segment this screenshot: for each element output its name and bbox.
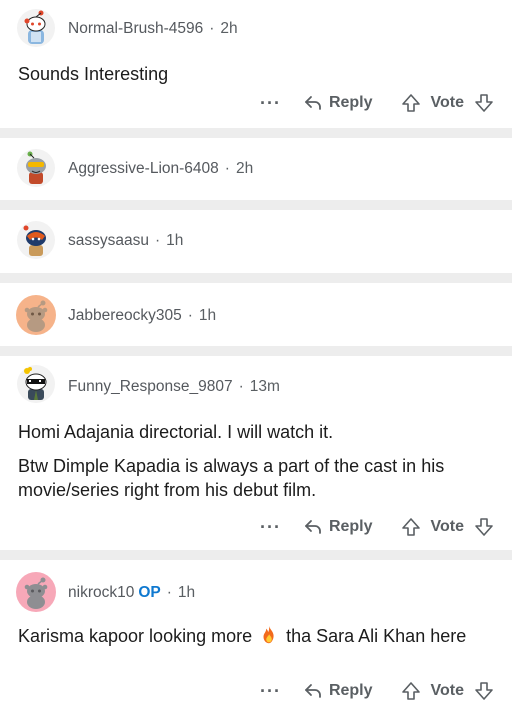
reply-icon (303, 681, 323, 701)
comment-text: Karisma kapoor looking more tha Sara Ali … (18, 624, 488, 648)
comment-body: Karisma kapoor looking more tha Sara Ali … (18, 624, 488, 648)
comment-separator (0, 273, 512, 283)
timestamp: 2h (220, 20, 238, 37)
comment-body: Homi Adajania directorial. I will watch … (18, 420, 488, 502)
comment-3: sassysaasu · 1h (0, 210, 512, 273)
fire-emoji-icon (263, 625, 274, 644)
reply-label: Reply (328, 518, 373, 535)
meta-dot: · (154, 232, 161, 249)
comment-meta: nikrock10 OP · 1h (68, 584, 195, 602)
timestamp: 13m (249, 378, 280, 395)
upvote-icon[interactable] (401, 93, 421, 113)
username[interactable]: nikrock10 (68, 584, 134, 601)
reply-button[interactable]: Reply (303, 93, 373, 113)
comment-separator (0, 550, 512, 560)
op-badge: OP (138, 584, 161, 601)
vote-label: Vote (430, 518, 464, 535)
comment-6: nikrock10 OP · 1h Karisma kapoor looking mo… (0, 560, 512, 707)
reply-label: Reply (328, 682, 373, 699)
downvote-icon[interactable] (474, 93, 494, 113)
comment-4: Jabbereocky305 · 1h (0, 283, 512, 346)
comment-meta: sassysaasu · 1h (68, 232, 183, 250)
snoo-avatar-icon[interactable] (16, 572, 56, 612)
comment-5: Funny_Response_9807 · 13m Homi Adajania di… (0, 356, 512, 550)
snoo-avatar-icon[interactable] (16, 220, 56, 260)
timestamp: 1h (166, 232, 184, 249)
reply-icon (303, 93, 323, 113)
downvote-icon[interactable] (474, 517, 494, 537)
comment-2: Aggressive-Lion-6408 · 2h (0, 138, 512, 200)
username[interactable]: Aggressive-Lion-6408 (68, 160, 219, 177)
reply-icon (303, 517, 323, 537)
comment-separator (0, 346, 512, 356)
comment-1: Normal-Brush-4596 · 2h Sounds Interesting … (0, 0, 512, 128)
upvote-icon[interactable] (401, 681, 421, 701)
meta-dot: · (224, 160, 230, 177)
meta-dot: · (166, 584, 172, 601)
comment-meta: Aggressive-Lion-6408 · 2h (68, 160, 253, 178)
username[interactable]: Funny_Response_9807 (68, 378, 233, 395)
comment-text: Homi Adajania directorial. I will watch … (18, 422, 334, 442)
more-options-button[interactable]: ··· (260, 517, 281, 538)
vote-controls: Vote (401, 517, 494, 537)
vote-controls: Vote (401, 93, 494, 113)
comment-text: Btw Dimple Kapadia is always a part of t… (18, 456, 445, 500)
timestamp: 2h (235, 160, 254, 177)
comment-text-part: Karisma kapoor looking more (18, 626, 253, 646)
username[interactable]: Normal-Brush-4596 (68, 20, 203, 37)
reply-button[interactable]: Reply (303, 681, 373, 701)
comment-text-part: tha Sara Ali Khan here (286, 626, 467, 646)
username[interactable]: sassysaasu (68, 232, 149, 249)
vote-controls: Vote (401, 681, 494, 701)
vote-label: Vote (430, 94, 464, 111)
comment-actions: ··· Reply Vote (260, 514, 494, 540)
snoo-avatar-icon[interactable] (16, 364, 56, 404)
vote-label: Vote (430, 682, 464, 699)
comment-separator (0, 128, 512, 138)
comment-body: Sounds Interesting (18, 62, 488, 86)
comment-meta: Funny_Response_9807 · 13m (68, 378, 280, 396)
timestamp: 1h (198, 307, 217, 324)
snoo-avatar-icon[interactable] (16, 295, 56, 335)
meta-dot: · (187, 307, 193, 324)
comment-meta: Normal-Brush-4596 · 2h (68, 20, 238, 38)
comment-separator (0, 200, 512, 210)
snoo-avatar-icon[interactable] (16, 8, 56, 48)
comment-meta: Jabbereocky305 · 1h (68, 307, 216, 325)
comment-text: Sounds Interesting (18, 64, 169, 84)
upvote-icon[interactable] (401, 517, 421, 537)
reply-button[interactable]: Reply (303, 517, 373, 537)
meta-dot: · (238, 378, 244, 395)
reply-label: Reply (328, 94, 373, 111)
more-options-button[interactable]: ··· (260, 93, 281, 114)
meta-dot: · (209, 20, 215, 37)
comment-actions: ··· Reply Vote (260, 90, 494, 116)
downvote-icon[interactable] (474, 681, 494, 701)
snoo-avatar-icon[interactable] (16, 148, 56, 188)
more-options-button[interactable]: ··· (260, 681, 281, 702)
comment-actions: ··· Reply Vote (260, 678, 494, 704)
timestamp: 1h (177, 584, 196, 601)
username[interactable]: Jabbereocky305 (68, 307, 182, 324)
